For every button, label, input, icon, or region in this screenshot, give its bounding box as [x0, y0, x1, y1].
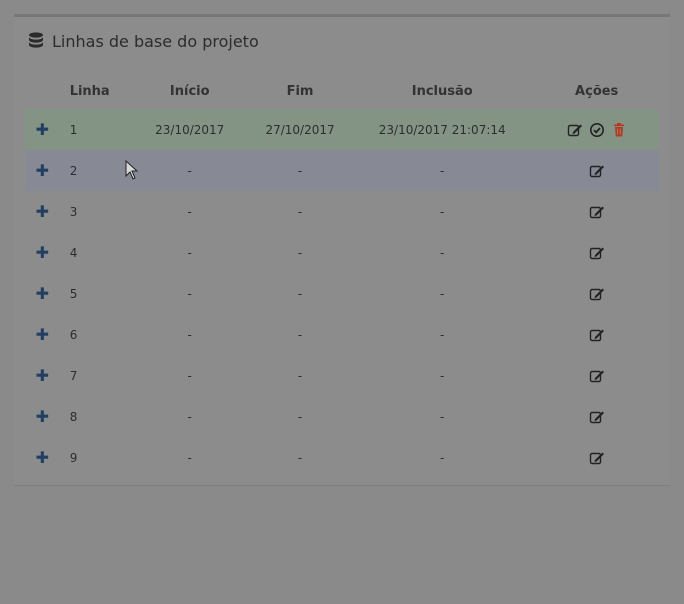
cell-fim: -: [297, 327, 303, 342]
baselines-panel: Linhas de base do projeto Linha Início F…: [14, 14, 670, 486]
edit-icon[interactable]: [589, 245, 605, 261]
panel-header: Linhas de base do projeto: [28, 27, 259, 55]
cell-linha: 3: [69, 204, 78, 219]
cell-inicio: -: [187, 245, 192, 260]
table-header-row: Linha Início Fim Inclusão Ações: [25, 73, 659, 109]
header-inclusao: Inclusão: [411, 83, 473, 99]
cell-acoes: [534, 437, 659, 478]
approve-icon[interactable]: [589, 122, 605, 138]
table-row[interactable]: ✚ 2- - -: [25, 150, 659, 191]
delete-icon[interactable]: [611, 122, 627, 138]
cell-inclusao: -: [350, 150, 535, 191]
cell-acoes: [534, 109, 659, 150]
cell-inicio: -: [187, 204, 192, 219]
edit-icon[interactable]: [589, 450, 605, 466]
database-icon: [29, 32, 43, 48]
cell-linha: 4: [69, 245, 78, 260]
cell-acoes: [534, 396, 659, 437]
table-row[interactable]: ✚ 8 - - -: [25, 396, 659, 437]
cell-inicio: -: [187, 368, 192, 383]
cell-inclusao: -: [440, 245, 445, 260]
expand-icon[interactable]: ✚: [36, 325, 49, 344]
cell-inclusao: -: [440, 204, 445, 219]
cell-inicio: 23/10/2017: [129, 109, 251, 150]
baselines-table: Linha Início Fim Inclusão Ações ✚ 1 23/10/…: [25, 73, 659, 478]
cell-linha: 2: [59, 150, 130, 191]
expand-icon[interactable]: ✚: [36, 448, 49, 467]
panel-title: Linhas de base do projeto: [52, 31, 259, 51]
cell-linha: 9: [69, 450, 78, 465]
cell-acoes: [534, 355, 659, 396]
cell-inicio: -: [129, 150, 251, 191]
edit-icon[interactable]: [567, 122, 583, 138]
table-row[interactable]: ✚ 7 - - -: [25, 355, 659, 396]
table-row[interactable]: ✚ 4 - - -: [25, 232, 659, 273]
cell-acoes: [534, 191, 659, 232]
header-acoes: Ações: [575, 83, 619, 99]
cell-inicio: -: [187, 409, 192, 424]
expand-icon[interactable]: ✚: [36, 161, 49, 180]
edit-icon[interactable]: [589, 327, 605, 343]
cell-fim: -: [297, 286, 303, 301]
cell-fim: -: [297, 450, 303, 465]
table-row[interactable]: ✚ 5 - - -: [25, 273, 659, 314]
header-fim: Fim: [286, 83, 314, 99]
cell-inclusao: -: [440, 327, 445, 342]
cell-linha: 1: [59, 109, 130, 150]
cell-acoes: [534, 273, 659, 314]
edit-icon[interactable]: [589, 368, 605, 384]
cell-inicio: -: [187, 450, 192, 465]
cell-fim: -: [250, 150, 351, 191]
edit-icon[interactable]: [589, 204, 605, 220]
cell-inclusao: -: [440, 450, 445, 465]
header-linha: Linha: [69, 83, 110, 99]
cell-linha: 8: [69, 409, 78, 424]
table-row[interactable]: ✚ 3 - - -: [25, 191, 659, 232]
table-row[interactable]: ✚ 1 23/10/2017 27/10/2017 23/10/2017 21:07:1…: [25, 109, 659, 150]
cell-fim: -: [297, 245, 303, 260]
cell-inclusao: -: [440, 368, 445, 383]
table-row[interactable]: ✚ 6 - - -: [25, 314, 659, 355]
edit-icon[interactable]: [589, 409, 605, 425]
cell-linha: 7: [69, 368, 78, 383]
cell-inclusao: -: [440, 286, 445, 301]
cell-acoes: [534, 314, 659, 355]
edit-icon[interactable]: [589, 286, 605, 302]
table-row[interactable]: ✚ 9 - - -: [25, 437, 659, 478]
cell-inicio: -: [187, 327, 192, 342]
expand-icon[interactable]: ✚: [36, 120, 49, 139]
edit-icon[interactable]: [589, 163, 605, 179]
cell-inclusao: -: [440, 409, 445, 424]
expand-icon[interactable]: ✚: [36, 202, 49, 221]
cell-acoes: [534, 232, 659, 273]
cell-fim: -: [297, 368, 303, 383]
expand-icon[interactable]: ✚: [36, 407, 49, 426]
cell-fim: -: [297, 204, 303, 219]
cell-inclusao: 23/10/2017 21:07:14: [350, 109, 535, 150]
cell-linha: 6: [69, 327, 78, 342]
mouse-cursor-icon: [125, 160, 139, 180]
cell-linha: 5: [69, 286, 78, 301]
cell-fim: -: [297, 409, 303, 424]
cell-inicio: -: [187, 286, 192, 301]
header-expand: [25, 73, 60, 109]
expand-icon[interactable]: ✚: [36, 243, 49, 262]
header-inicio: Início: [169, 83, 210, 99]
expand-icon[interactable]: ✚: [36, 284, 49, 303]
expand-icon[interactable]: ✚: [36, 366, 49, 385]
cell-acoes: [534, 150, 659, 191]
cell-fim: 27/10/2017: [250, 109, 351, 150]
